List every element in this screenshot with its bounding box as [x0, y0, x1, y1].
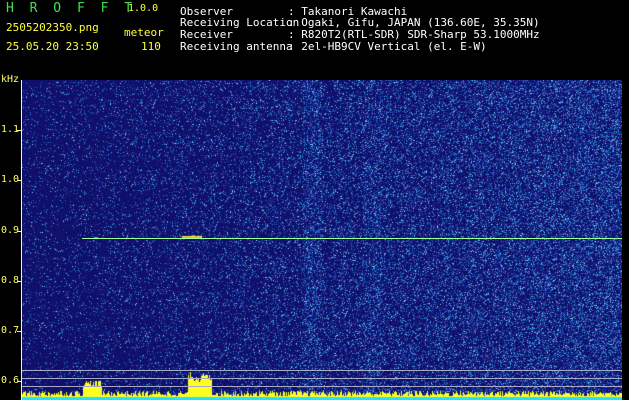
detection-count: 110	[141, 40, 161, 53]
guide-line	[22, 370, 622, 371]
hrofft-window: H R O F F T 1.0.0 2505202350.png meteor …	[0, 0, 629, 400]
carrier-trace	[82, 238, 622, 239]
waterfall-spectrogram	[22, 80, 622, 400]
waterfall-canvas	[22, 80, 622, 400]
info-value-antenna: : 2el-HB9CV Vertical (el. E-W)	[288, 40, 487, 53]
info-value-receiver: : R820T2(RTL-SDR) SDR-Sharp 53.1000MHz	[288, 28, 540, 41]
filename: 2505202350.png	[6, 21, 99, 34]
guide-line	[22, 386, 622, 387]
guide-line	[22, 378, 622, 379]
datetime: 25.05.20 23:50	[6, 40, 99, 53]
info-key-location: Receiving Location	[180, 16, 300, 29]
y-axis-unit: kHz	[1, 74, 20, 85]
info-key-receiver: Receiver	[180, 28, 233, 41]
info-value-location: : Ogaki, Gifu, JAPAN (136.60E, 35.35N)	[288, 16, 540, 29]
app-version: 1.0.0	[128, 3, 159, 14]
info-key-antenna: Receiving antenna	[180, 40, 293, 53]
detection-label: meteor	[124, 26, 164, 39]
app-title: H R O F F T	[6, 1, 137, 16]
